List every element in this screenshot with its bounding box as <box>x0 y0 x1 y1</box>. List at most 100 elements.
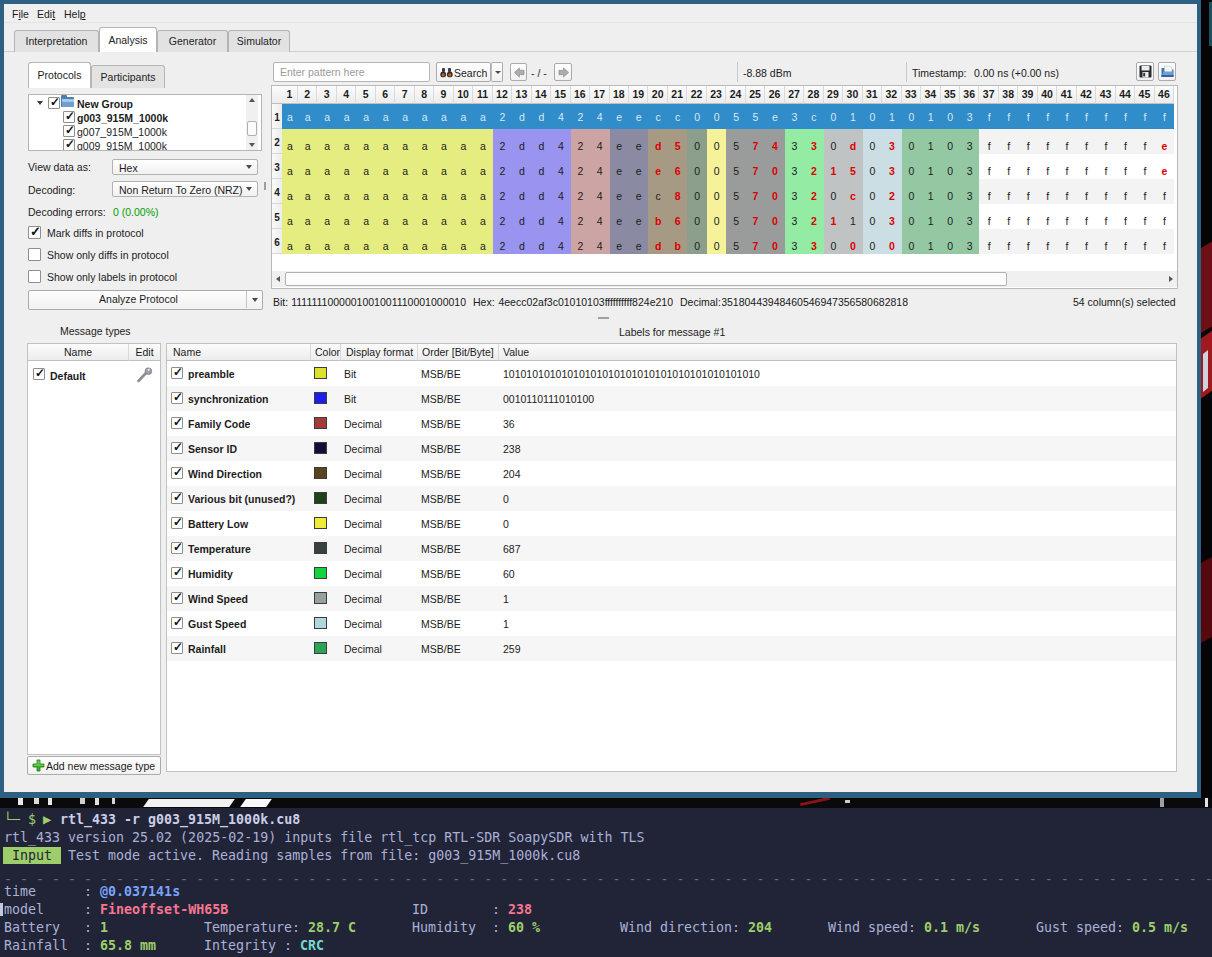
hex-cell[interactable]: d <box>512 104 531 129</box>
hex-cell[interactable]: a <box>434 229 453 254</box>
label-name[interactable]: Various bit (unused?) <box>188 493 295 505</box>
hex-cell[interactable]: a <box>298 104 317 129</box>
hex-cell[interactable]: 3 <box>882 204 901 229</box>
label-value[interactable]: 0010110111010100 <box>503 393 594 405</box>
label-value[interactable]: 687 <box>503 543 521 555</box>
hex-cell[interactable]: 2 <box>804 179 823 204</box>
hex-cell[interactable]: 0 <box>863 129 882 154</box>
hex-cell[interactable]: 2 <box>493 204 512 229</box>
add-message-type-button[interactable]: Add new message type <box>27 756 161 775</box>
hex-cell[interactable]: b <box>668 229 687 254</box>
hex-cell[interactable]: 0 <box>863 154 882 179</box>
hex-cell[interactable]: 0 <box>902 204 921 229</box>
label-color-swatch[interactable] <box>314 467 327 479</box>
hex-column-header[interactable]: 44 <box>1116 86 1135 104</box>
hex-cell[interactable]: 3 <box>960 229 979 254</box>
hex-cell[interactable]: a <box>376 104 395 129</box>
hex-cell[interactable]: f <box>1057 129 1076 154</box>
hex-column-header[interactable]: 26 <box>765 86 784 104</box>
decimal-value[interactable]: 35180443948460546947356580682818 <box>722 296 908 309</box>
hex-cell[interactable]: 3 <box>882 129 901 154</box>
hex-cell[interactable]: d <box>512 179 531 204</box>
label-name[interactable]: Temperature <box>188 543 251 555</box>
label-name[interactable]: Battery Low <box>188 518 248 530</box>
hex-cell[interactable]: 1 <box>921 154 940 179</box>
tree-group-checkbox[interactable]: ✓ <box>48 97 60 109</box>
hex-cell[interactable]: e <box>648 154 667 179</box>
hex-cell[interactable]: 6 <box>668 154 687 179</box>
hex-cell[interactable]: 4 <box>590 154 609 179</box>
search-button[interactable]: Search <box>436 62 491 82</box>
tab-protocols[interactable]: Protocols <box>28 62 91 88</box>
hex-column-header[interactable]: 15 <box>551 86 570 104</box>
label-name[interactable]: Wind Speed <box>188 593 248 605</box>
hex-cell[interactable]: 2 <box>571 204 590 229</box>
hex-column-header[interactable]: 13 <box>512 86 531 104</box>
hex-column-header[interactable]: 18 <box>610 86 629 104</box>
hex-cell[interactable]: 0 <box>863 179 882 204</box>
hex-cell[interactable]: a <box>454 229 473 254</box>
hex-cell[interactable]: e <box>610 204 629 229</box>
label-order[interactable]: MSB/BE <box>421 518 461 530</box>
hex-cell[interactable]: d <box>532 154 551 179</box>
tab-analysis[interactable]: Analysis <box>99 27 157 52</box>
label-color-swatch[interactable] <box>314 617 327 629</box>
hex-cell[interactable]: 0 <box>687 229 706 254</box>
label-display-format[interactable]: Decimal <box>344 418 382 430</box>
hex-cell[interactable]: f <box>1116 204 1135 229</box>
label-color-swatch[interactable] <box>314 417 327 429</box>
hex-cell[interactable]: 0 <box>707 204 726 229</box>
hex-cell[interactable]: 4 <box>590 204 609 229</box>
label-checkbox[interactable]: ✓ <box>171 567 183 579</box>
label-display-format[interactable]: Decimal <box>344 443 382 455</box>
hex-cell[interactable]: 2 <box>571 104 590 129</box>
hex-cell[interactable]: a <box>473 104 492 129</box>
label-checkbox[interactable]: ✓ <box>171 517 183 529</box>
bit-value[interactable]: 1111111000001001001110001000010 <box>292 296 466 309</box>
label-checkbox[interactable]: ✓ <box>171 592 183 604</box>
label-checkbox[interactable]: ✓ <box>171 392 183 404</box>
hex-cell[interactable]: f <box>1096 154 1115 179</box>
tree-scroll-up-button[interactable] <box>246 95 258 105</box>
tree-scrollbar[interactable] <box>246 95 258 150</box>
label-color-swatch[interactable] <box>314 392 327 404</box>
hex-cell[interactable]: 0 <box>902 129 921 154</box>
menu-file[interactable]: File <box>12 8 29 21</box>
hex-cell[interactable]: a <box>415 204 434 229</box>
hex-cell[interactable]: 4 <box>765 129 784 154</box>
hex-column-header[interactable]: 7 <box>395 86 414 104</box>
hex-cell[interactable]: f <box>979 229 998 254</box>
hex-column-header[interactable]: 12 <box>493 86 512 104</box>
hex-cell[interactable]: 5 <box>726 129 745 154</box>
hex-cell[interactable]: a <box>282 129 298 154</box>
hex-cell[interactable]: 1 <box>843 204 862 229</box>
hex-cell[interactable]: 1 <box>882 104 901 129</box>
hex-cell[interactable]: a <box>415 179 434 204</box>
hex-cell[interactable]: f <box>1077 229 1096 254</box>
hex-cell[interactable]: a <box>356 104 375 129</box>
hex-cell[interactable]: e <box>629 229 648 254</box>
hex-row-header[interactable]: 4 <box>272 179 282 204</box>
hex-cell[interactable]: 0 <box>707 129 726 154</box>
hex-cell[interactable]: f <box>1155 179 1174 204</box>
tree-item-label[interactable]: g007_915M_1000k <box>77 126 167 138</box>
hex-cell[interactable]: 4 <box>551 129 570 154</box>
hex-cell[interactable]: 4 <box>590 229 609 254</box>
label-display-format[interactable]: Decimal <box>344 543 382 555</box>
label-value[interactable]: 36 <box>503 418 515 430</box>
hex-cell[interactable]: 0 <box>765 179 784 204</box>
hex-cell[interactable]: e <box>629 104 648 129</box>
tree-item-checkbox[interactable]: ✓ <box>63 111 75 123</box>
hex-cell[interactable]: 0 <box>687 104 706 129</box>
hex-cell[interactable]: f <box>1057 229 1076 254</box>
hex-cell[interactable]: 0 <box>941 229 960 254</box>
hex-cell[interactable]: 4 <box>551 104 570 129</box>
hex-cell[interactable]: f <box>979 179 998 204</box>
hex-cell[interactable]: f <box>1018 179 1037 204</box>
hex-cell[interactable]: f <box>1135 229 1154 254</box>
terminal[interactable]: └─ $ ▶ rtl_433 -r g003_915M_1000k.cu8 rt… <box>0 808 1212 957</box>
splitter-handle-horizontal[interactable] <box>598 317 609 319</box>
hex-cell[interactable]: e <box>1155 154 1174 179</box>
label-color-swatch[interactable] <box>314 442 327 454</box>
label-color-swatch[interactable] <box>314 567 327 579</box>
